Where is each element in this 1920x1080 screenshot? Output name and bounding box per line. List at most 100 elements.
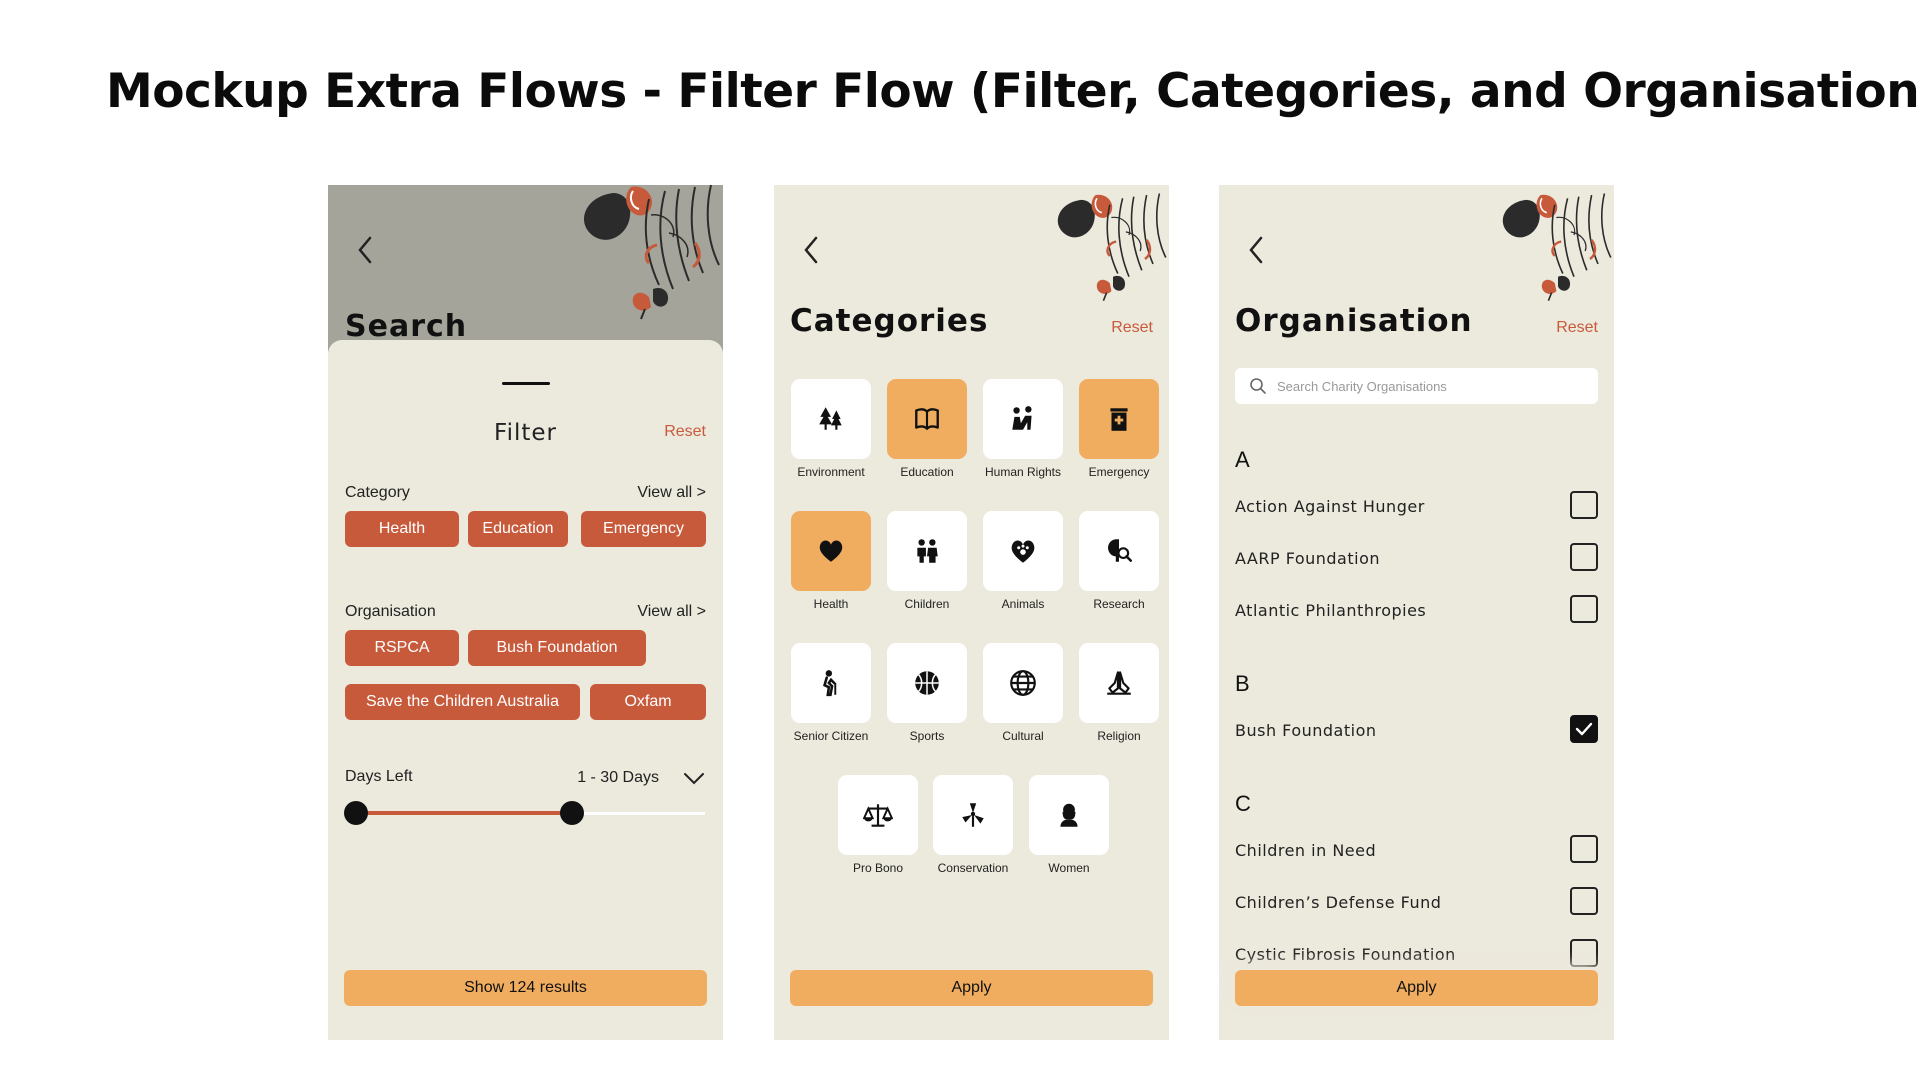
category-label: Pro Bono <box>852 861 904 875</box>
chevron-left-icon <box>804 236 818 264</box>
back-button[interactable] <box>1241 230 1271 270</box>
category-children[interactable]: Children <box>887 511 967 611</box>
days-left-label: Days Left <box>345 768 413 785</box>
category-women[interactable]: Women <box>1029 775 1109 875</box>
category-animals[interactable]: Animals <box>983 511 1063 611</box>
category-tile[interactable] <box>1079 379 1159 459</box>
organisation-chip-save-the-children[interactable]: Save the Children Australia <box>345 684 580 720</box>
chevron-left-icon <box>1249 236 1263 264</box>
organisation-name: AARP Foundation <box>1235 549 1380 568</box>
category-tile[interactable] <box>1029 775 1109 855</box>
category-health[interactable]: Health <box>791 511 871 611</box>
category-human-rights[interactable]: Human Rights <box>983 379 1063 479</box>
search-box <box>1235 368 1598 404</box>
category-pro-bono[interactable]: Pro Bono <box>838 775 918 875</box>
people-icon <box>1012 406 1032 430</box>
category-sports[interactable]: Sports <box>887 643 967 743</box>
filter-sheet: Filter Reset Category View all > Health … <box>328 340 723 1040</box>
checkmark-icon <box>1575 722 1593 736</box>
organisation-checkbox[interactable] <box>1570 887 1598 915</box>
category-environment[interactable]: Environment <box>791 379 871 479</box>
category-tile[interactable] <box>1079 643 1159 723</box>
page-title: Mockup Extra Flows - Filter Flow (Filter… <box>106 64 1920 119</box>
trees-icon <box>819 407 842 430</box>
chevron-left-icon <box>358 236 372 264</box>
category-tile[interactable] <box>791 643 871 723</box>
sheet-drag-handle[interactable] <box>502 382 550 385</box>
category-tile[interactable] <box>791 511 871 591</box>
category-label: Emergency <box>1088 465 1150 479</box>
organisation-view-all-link[interactable]: View all > <box>637 603 706 621</box>
category-label: Education <box>900 465 954 479</box>
scales-icon <box>863 804 893 827</box>
basketball-icon <box>915 671 939 695</box>
floral-illustration <box>1501 192 1613 302</box>
filter-screen: Search Filter Reset Category View all > … <box>328 185 723 1040</box>
category-label: Human Rights <box>984 465 1062 479</box>
organisation-checkbox[interactable] <box>1570 543 1598 571</box>
category-tile[interactable] <box>838 775 918 855</box>
category-conservation[interactable]: Conservation <box>933 775 1013 875</box>
category-religion[interactable]: Religion <box>1079 643 1159 743</box>
category-view-all-link[interactable]: View all > <box>637 484 706 502</box>
organisation-name: Children’s Defense Fund <box>1235 893 1442 912</box>
back-button[interactable] <box>796 230 826 270</box>
category-tile[interactable] <box>887 511 967 591</box>
category-education[interactable]: Education <box>887 379 967 479</box>
search-heading: Search <box>345 309 468 344</box>
apply-button[interactable]: Apply <box>790 970 1153 1006</box>
paw-heart-icon <box>1011 540 1035 563</box>
praying-hands-icon <box>1107 671 1131 695</box>
category-chip-education[interactable]: Education <box>468 511 568 547</box>
category-chip-emergency[interactable]: Emergency <box>581 511 706 547</box>
reset-link[interactable]: Reset <box>664 423 706 441</box>
organisation-name: Action Against Hunger <box>1235 497 1425 516</box>
category-cultural[interactable]: Cultural <box>983 643 1063 743</box>
letter-heading: A <box>1235 447 1250 472</box>
apply-button[interactable]: Apply <box>1235 970 1598 1006</box>
days-slider-min-handle[interactable] <box>344 801 368 825</box>
category-label: Environment <box>797 465 865 479</box>
category-label: Health <box>813 597 849 611</box>
category-tile[interactable] <box>791 379 871 459</box>
organisation-checkbox[interactable] <box>1570 595 1598 623</box>
organisation-chip-bush-foundation[interactable]: Bush Foundation <box>468 630 646 666</box>
organisation-checkbox[interactable] <box>1570 491 1598 519</box>
chevron-down-icon[interactable] <box>683 772 705 786</box>
organisation-heading: Organisation <box>1235 303 1473 339</box>
category-label: Religion <box>1097 729 1141 743</box>
heart-icon <box>819 540 843 562</box>
organisation-checkbox[interactable] <box>1570 715 1598 743</box>
categories-heading: Categories <box>790 303 989 339</box>
category-tile[interactable] <box>933 775 1013 855</box>
reset-link[interactable]: Reset <box>1111 319 1153 337</box>
category-chip-health[interactable]: Health <box>345 511 459 547</box>
category-emergency[interactable]: Emergency <box>1079 379 1159 479</box>
category-tile[interactable] <box>1079 511 1159 591</box>
category-tile[interactable] <box>887 643 967 723</box>
back-button[interactable] <box>350 230 380 270</box>
search-input[interactable] <box>1277 378 1557 394</box>
organisation-checkbox[interactable] <box>1570 939 1598 967</box>
category-tile[interactable] <box>983 643 1063 723</box>
organisation-chip-oxfam[interactable]: Oxfam <box>590 684 706 720</box>
category-tile[interactable] <box>983 379 1063 459</box>
reset-link[interactable]: Reset <box>1556 319 1598 337</box>
elderly-icon <box>823 670 837 697</box>
category-label: Animals <box>1001 597 1045 611</box>
days-slider-range <box>356 811 573 815</box>
category-tile[interactable] <box>983 511 1063 591</box>
floral-illustration <box>582 185 721 320</box>
organisation-checkbox[interactable] <box>1570 835 1598 863</box>
organisation-chip-rspca[interactable]: RSPCA <box>345 630 459 666</box>
letter-heading: B <box>1235 671 1250 696</box>
categories-screen: Categories Reset Environment Education Hum… <box>774 185 1169 1040</box>
category-tile[interactable] <box>887 379 967 459</box>
days-left-value: 1 - 30 Days <box>577 769 659 786</box>
show-results-button[interactable]: Show 124 results <box>344 970 707 1006</box>
category-research[interactable]: Research <box>1079 511 1159 611</box>
organisation-name: Bush Foundation <box>1235 721 1377 740</box>
organisation-name: Atlantic Philanthropies <box>1235 601 1427 620</box>
days-slider-max-handle[interactable] <box>560 801 585 825</box>
category-senior-citizen[interactable]: Senior Citizen <box>791 643 871 743</box>
